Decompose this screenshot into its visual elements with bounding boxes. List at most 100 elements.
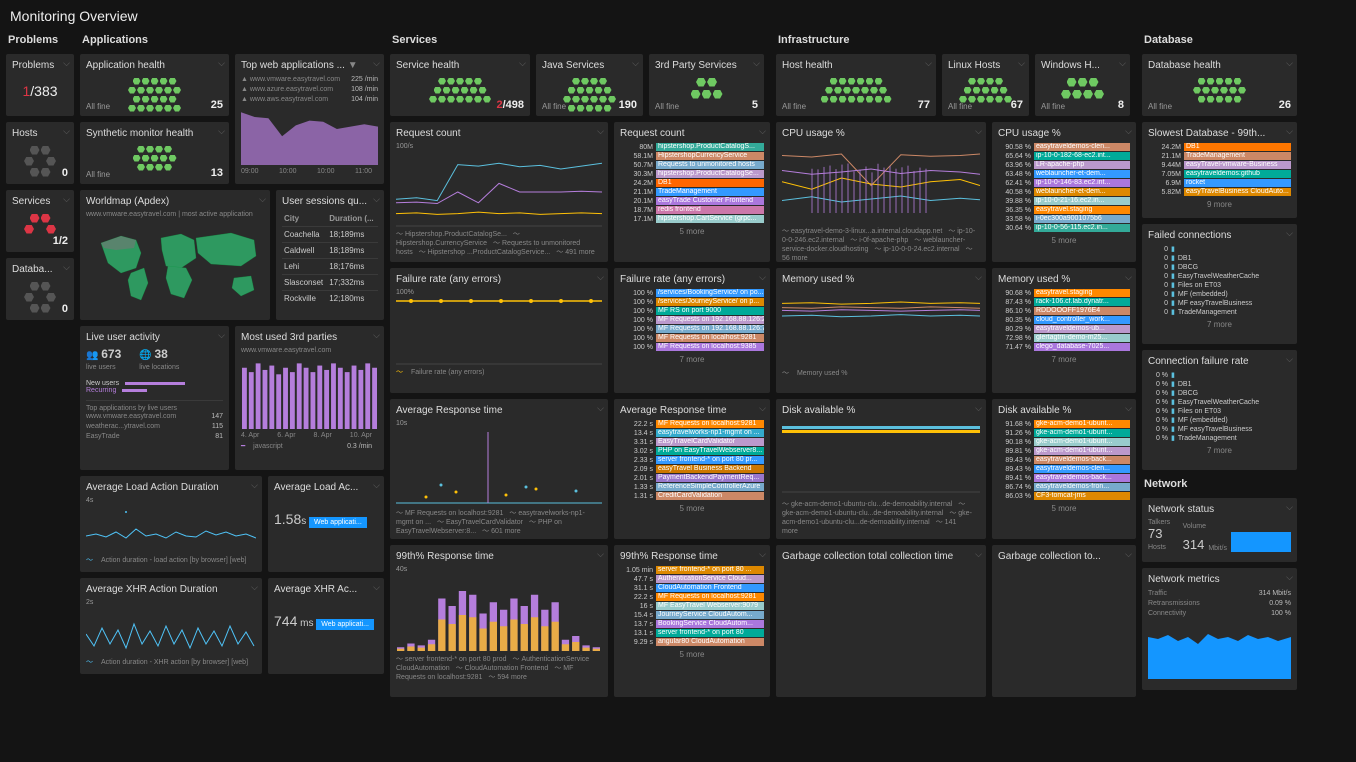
chevron-down-icon[interactable]: ⌵ xyxy=(63,194,70,205)
tile-win-hosts[interactable]: ⌵ Windows H... All fine8 xyxy=(1035,54,1130,116)
net-sparkline xyxy=(1231,530,1291,552)
tile-worldmap[interactable]: ⌵ Worldmap (Apdex) www.vmware.easytravel… xyxy=(80,190,270,320)
chevron-down-icon[interactable]: ⌵ xyxy=(1286,572,1293,583)
chevron-down-icon[interactable]: ⌵ xyxy=(1018,58,1025,69)
tile-host-health[interactable]: ⌵ Host health All fine77 xyxy=(776,54,936,116)
tile-3rd-svc[interactable]: ⌵ 3rd Party Services All fine5 xyxy=(649,54,764,116)
chevron-down-icon[interactable]: ⌵ xyxy=(759,272,766,283)
chevron-down-icon[interactable]: ⌵ xyxy=(597,126,604,137)
hex-icon xyxy=(12,211,68,237)
chevron-down-icon[interactable]: ⌵ xyxy=(632,58,639,69)
tile-failed-conn[interactable]: ⌵ Failed connections 0▮0▮DB10▮DBCG0▮Easy… xyxy=(1142,224,1297,344)
chevron-down-icon[interactable]: ⌵ xyxy=(759,126,766,137)
hex-icon xyxy=(12,279,68,316)
tile-avg-resp2[interactable]: ⌵ Average Response time 22.2 sMF Request… xyxy=(614,399,770,539)
chevron-down-icon[interactable]: ⌵ xyxy=(63,58,70,69)
chevron-down-icon[interactable]: ⌵ xyxy=(519,58,526,69)
filter-icon[interactable]: ▼ xyxy=(348,60,358,71)
tile-sessions[interactable]: ⌵ User sessions qu... CityDuration (...C… xyxy=(276,190,384,320)
chevron-down-icon[interactable]: ⌵ xyxy=(63,126,70,137)
tile-gc2[interactable]: ⌵ Garbage collection to... xyxy=(992,545,1136,697)
tile-synth-health[interactable]: ⌵ Synthetic monitor health All fine13 xyxy=(80,122,229,184)
chevron-down-icon[interactable]: ⌵ xyxy=(251,582,258,593)
webapp-button[interactable]: Web applicati... xyxy=(309,517,367,528)
chevron-down-icon[interactable]: ⌵ xyxy=(1125,403,1132,414)
tile-services-mini[interactable]: ⌵ Services 1/2 xyxy=(6,190,74,252)
chevron-down-icon[interactable]: ⌵ xyxy=(597,549,604,560)
tile-net-metrics[interactable]: ⌵ Network metrics Traffic314 Mbit/sRetra… xyxy=(1142,568,1297,690)
tile-linux-hosts[interactable]: ⌵ Linux Hosts All fine67 xyxy=(942,54,1029,116)
chevron-down-icon[interactable]: ⌵ xyxy=(373,58,380,69)
tile-app-health[interactable]: ⌵ Application health All fine25 xyxy=(80,54,229,116)
tile-disk2[interactable]: ⌵ Disk available % 91.68 %gke-acm-demo1-… xyxy=(992,399,1136,539)
chevron-down-icon[interactable]: ⌵ xyxy=(1286,58,1293,69)
chevron-down-icon[interactable]: ⌵ xyxy=(597,403,604,414)
chevron-down-icon[interactable]: ⌵ xyxy=(1286,126,1293,137)
chevron-down-icon[interactable]: ⌵ xyxy=(1119,58,1126,69)
chart-top-web xyxy=(241,105,378,165)
chevron-down-icon[interactable]: ⌵ xyxy=(753,58,760,69)
tile-live-user[interactable]: ⌵ Live user activity 👥 673live users 🌐 3… xyxy=(80,326,229,470)
chevron-down-icon[interactable]: ⌵ xyxy=(1125,126,1132,137)
tile-disk[interactable]: ⌵ Disk available % 〜 gke-acm-demo1-ubunt… xyxy=(776,399,986,539)
tile-avg-xhr[interactable]: ⌵ Average XHR Action Duration 2s 〜 Actio… xyxy=(80,578,262,674)
chevron-down-icon[interactable]: ⌵ xyxy=(759,549,766,560)
chevron-down-icon[interactable]: ⌵ xyxy=(975,126,982,137)
webapp-button[interactable]: Web applicati... xyxy=(316,619,374,630)
chevron-down-icon[interactable]: ⌵ xyxy=(975,403,982,414)
chevron-down-icon[interactable]: ⌵ xyxy=(259,194,266,205)
chevron-down-icon[interactable]: ⌵ xyxy=(373,582,380,593)
tile-req-count[interactable]: ⌵ Request count 100/s 〜 Hipstershop.Prod… xyxy=(390,122,608,262)
chart-disk xyxy=(782,420,980,498)
chevron-down-icon[interactable]: ⌵ xyxy=(1286,228,1293,239)
tile-req-count2[interactable]: ⌵ Request count 80Mhipstershop.ProductCa… xyxy=(614,122,770,262)
chevron-down-icon[interactable]: ⌵ xyxy=(218,58,225,69)
tile-avg-load[interactable]: ⌵ Average Load Action Duration 4s 〜 Acti… xyxy=(80,476,262,572)
tile-databases-mini[interactable]: ⌵ Databa... 0 xyxy=(6,258,74,320)
tile-svc-health[interactable]: ⌵ Service health 2/498 xyxy=(390,54,530,116)
tile-most-3rd[interactable]: ⌵ Most used 3rd parties www.vmware.easyt… xyxy=(235,326,384,470)
chart-mem xyxy=(782,289,980,367)
tile-p99-2[interactable]: ⌵ 99th% Response time 1.05 minserver fro… xyxy=(614,545,770,697)
section-problems: Problems xyxy=(6,32,74,48)
tile-db-health[interactable]: ⌵ Database health All fine26 xyxy=(1142,54,1297,116)
chevron-down-icon[interactable]: ⌵ xyxy=(759,403,766,414)
chevron-down-icon[interactable]: ⌵ xyxy=(63,262,70,273)
tile-mem2[interactable]: ⌵ Memory used % 90.68 %easytravel.stagin… xyxy=(992,268,1136,393)
tile-avg-xhr2[interactable]: ⌵ Average XHR Ac... 744 ms Web applicati… xyxy=(268,578,384,674)
chevron-down-icon[interactable]: ⌵ xyxy=(373,330,380,341)
chevron-down-icon[interactable]: ⌵ xyxy=(1125,272,1132,283)
tile-p99[interactable]: ⌵ 99th% Response time 40s 〜 server front… xyxy=(390,545,608,697)
tile-hosts[interactable]: ⌵ Hosts 0 xyxy=(6,122,74,184)
page-title: Monitoring Overview xyxy=(0,0,1356,32)
chevron-down-icon[interactable]: ⌵ xyxy=(597,272,604,283)
tile-mem[interactable]: ⌵ Memory used % 〜 Memory used % xyxy=(776,268,986,393)
chevron-down-icon[interactable]: ⌵ xyxy=(218,330,225,341)
tile-gc[interactable]: ⌵ Garbage collection total collection ti… xyxy=(776,545,986,697)
chevron-down-icon[interactable]: ⌵ xyxy=(925,58,932,69)
tile-avg-resp[interactable]: ⌵ Average Response time 10s 〜 MF Request… xyxy=(390,399,608,539)
tile-avg-load2[interactable]: ⌵ Average Load Ac... 1.58s Web applicati… xyxy=(268,476,384,572)
tile-slowest[interactable]: ⌵ Slowest Database - 99th... 24.2MDB121.… xyxy=(1142,122,1297,218)
chevron-down-icon[interactable]: ⌵ xyxy=(975,272,982,283)
chevron-down-icon[interactable]: ⌵ xyxy=(218,126,225,137)
section-applications: Applications xyxy=(80,32,384,48)
tile-problems[interactable]: ⌵ Problems 1/383 xyxy=(6,54,74,116)
chevron-down-icon[interactable]: ⌵ xyxy=(1286,502,1293,513)
tile-net-status[interactable]: ⌵ Network status Talkers73 Hosts Volume … xyxy=(1142,498,1297,562)
tile-fail-rate[interactable]: ⌵ Failure rate (any errors) 100% 〜 Failu… xyxy=(390,268,608,393)
tile-java-svc[interactable]: ⌵ Java Services All fine190 xyxy=(536,54,643,116)
chevron-down-icon[interactable]: ⌵ xyxy=(1125,549,1132,560)
chevron-down-icon[interactable]: ⌵ xyxy=(373,480,380,491)
chevron-down-icon[interactable]: ⌵ xyxy=(1286,354,1293,365)
tile-cpu[interactable]: ⌵ CPU usage % 〜 easytravel-demo-3-linux.… xyxy=(776,122,986,262)
tile-fail-rate2[interactable]: ⌵ Failure rate (any errors) 100 %/servic… xyxy=(614,268,770,393)
chevron-down-icon[interactable]: ⌵ xyxy=(975,549,982,560)
chevron-down-icon[interactable]: ⌵ xyxy=(373,194,380,205)
tile-cpu2[interactable]: ⌵ CPU usage % 90.58 %easytraveldemos-cle… xyxy=(992,122,1136,262)
section-services: Services xyxy=(390,32,770,48)
tile-top-web[interactable]: ⌵ Top web applications ... ▼ ▲ www.vmwar… xyxy=(235,54,384,184)
chevron-down-icon[interactable]: ⌵ xyxy=(251,480,258,491)
chart-fail-rate xyxy=(396,296,602,366)
tile-conn-fail[interactable]: ⌵ Connection failure rate 0 %▮0 %▮DB10 %… xyxy=(1142,350,1297,470)
